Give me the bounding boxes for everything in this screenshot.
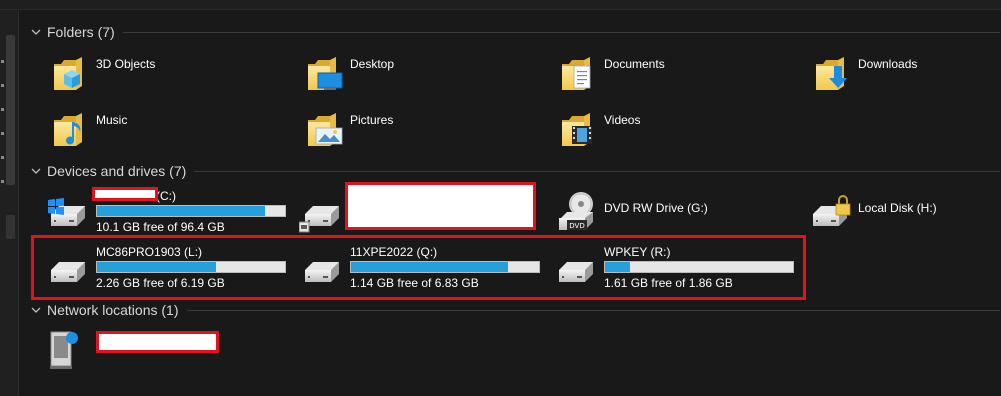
- drive-capacity-bar: [96, 261, 286, 273]
- group-divider: [186, 309, 1000, 311]
- drive-free-text: 2.26 GB free of 6.19 GB: [96, 276, 225, 290]
- drive-name: MC86PRO1903 (L:): [96, 245, 203, 259]
- folder-label: Documents: [604, 57, 665, 71]
- nav-pane-marker: [1, 156, 4, 159]
- drive-icon: [299, 246, 345, 290]
- desktop-folder-icon: [304, 52, 343, 90]
- nav-pane-marker: [1, 180, 4, 183]
- folder-label: Pictures: [350, 113, 394, 127]
- drive-capacity-bar: [96, 205, 286, 217]
- drive-name: WPKEY (R:): [604, 245, 671, 259]
- network-group-header[interactable]: Network locations (1): [30, 299, 1000, 321]
- nav-pane-scrollbar[interactable]: [6, 35, 15, 185]
- nav-pane-marker: [1, 108, 4, 111]
- drive-r[interactable]: WPKEY (R:) 1.61 GB free of 1.86 GB: [553, 242, 807, 294]
- chevron-down-icon[interactable]: [30, 165, 42, 177]
- drive-icon: [299, 190, 345, 233]
- group-divider: [122, 31, 1000, 33]
- windows-drive-icon: [48, 198, 91, 234]
- group-divider: [194, 170, 1000, 172]
- drive-icon: [45, 246, 91, 290]
- drive-name: 11XPE2022 (Q:): [350, 245, 438, 259]
- videos-folder-icon: [558, 108, 592, 152]
- dvd-drive-icon: DVD: [559, 192, 593, 230]
- redaction-box: [96, 331, 219, 353]
- chevron-down-icon[interactable]: [30, 304, 42, 316]
- window-top-edge: [0, 0, 1001, 10]
- pictures-folder-icon: [304, 108, 343, 152]
- drive-name: (C:): [156, 189, 176, 203]
- navigation-pane[interactable]: [0, 10, 19, 396]
- drive-free-text: 10.1 GB free of 96.4 GB: [96, 220, 225, 234]
- network-location-icon: [50, 331, 78, 369]
- drive-capacity-bar: [350, 261, 540, 273]
- folders-group-title: Folders (7): [47, 24, 115, 40]
- drive-free-text: 1.14 GB free of 6.83 GB: [350, 276, 479, 290]
- drive-used-fill: [97, 262, 217, 272]
- folder-label: Downloads: [858, 57, 918, 71]
- documents-folder-icon: [558, 52, 591, 96]
- drive-name: DVD RW Drive (G:): [604, 201, 708, 215]
- nav-pane-scrollbar-lower[interactable]: [6, 215, 15, 239]
- drive-used-fill: [97, 206, 266, 216]
- svg-text:DVD: DVD: [569, 222, 584, 230]
- redaction-box: [92, 187, 158, 201]
- folder-pictures[interactable]: Pictures: [304, 108, 554, 160]
- downloads-folder-icon: [812, 52, 847, 96]
- drive-used-fill: [605, 262, 631, 272]
- folder-label: Videos: [604, 113, 641, 127]
- folder-documents[interactable]: Documents: [558, 52, 808, 104]
- folder-label: Desktop: [350, 57, 395, 71]
- drive-used-fill: [351, 262, 508, 272]
- locked-drive-icon: [807, 195, 851, 234]
- redaction-box: [345, 182, 536, 230]
- chevron-down-icon[interactable]: [30, 26, 42, 38]
- drive-c[interactable]: (C:) 10.1 GB free of 96.4 GB: [45, 186, 299, 238]
- nav-pane-marker: [1, 132, 4, 135]
- folder-downloads[interactable]: Downloads: [812, 52, 1001, 104]
- folder-label: 3D Objects: [96, 57, 156, 71]
- drive-h[interactable]: Local Disk (H:): [807, 186, 1001, 238]
- nav-pane-marker: [1, 84, 4, 87]
- drive-name: Local Disk (H:): [858, 201, 937, 215]
- drive-icon: [553, 246, 599, 290]
- drive-q[interactable]: 11XPE2022 (Q:) 1.14 GB free of 6.83 GB: [299, 242, 553, 294]
- drive-dvd[interactable]: DVD DVD RW Drive (G:): [553, 186, 807, 238]
- devices-group-header[interactable]: Devices and drives (7): [30, 160, 1000, 182]
- music-folder-icon: [50, 108, 94, 152]
- folder-desktop[interactable]: Desktop: [304, 52, 554, 104]
- folder-music[interactable]: Music: [50, 108, 300, 160]
- drive-l[interactable]: MC86PRO1903 (L:) 2.26 GB free of 6.19 GB: [45, 242, 299, 294]
- drive-free-text: 1.61 GB free of 1.86 GB: [604, 276, 733, 290]
- folder-3d-objects[interactable]: 3D Objects: [50, 52, 300, 104]
- folders-group-header[interactable]: Folders (7): [30, 21, 1000, 43]
- devices-group-title: Devices and drives (7): [47, 163, 187, 179]
- nav-pane-marker: [1, 60, 4, 63]
- network-group-title: Network locations (1): [47, 302, 179, 318]
- drive-capacity-bar: [604, 261, 794, 273]
- folder-videos[interactable]: Videos: [558, 108, 808, 160]
- folder-label: Music: [96, 113, 128, 127]
- 3d-objects-folder-icon: [50, 52, 94, 96]
